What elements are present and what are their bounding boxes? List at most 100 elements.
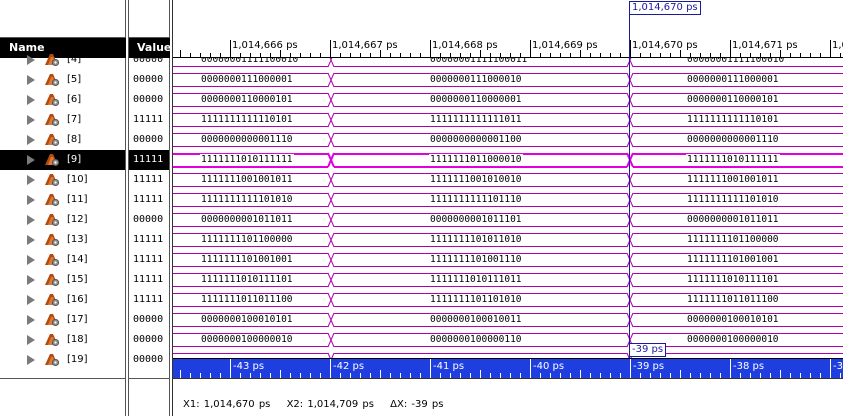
value-row[interactable]: 00000: [129, 50, 169, 70]
waveform-row[interactable]: 0000000110000101 0000000110000001 00000001…: [173, 90, 843, 110]
bus-lower-edge: [633, 226, 843, 227]
name-pane-top-blank: [0, 0, 125, 38]
bus-transition: [626, 152, 634, 168]
waveform-rows[interactable]: 00000001111100010 00000001111100011 000000…: [173, 58, 843, 358]
time-cursor-line[interactable]: [629, 15, 630, 377]
bus-transition: [327, 332, 335, 348]
expand-arrow-icon[interactable]: [27, 155, 35, 165]
bus-lower-edge: [633, 66, 843, 67]
waveform-row[interactable]: 1111111010111111 1111111011000010 11111110…: [173, 150, 843, 170]
relative-time-ruler[interactable]: -43 ps -42 ps -41 ps -40 ps -39 ps -38 ps -3: [173, 358, 843, 378]
signal-row[interactable]: [11]: [0, 190, 125, 210]
bus-transition: [626, 58, 634, 68]
signal-row[interactable]: [19]: [0, 350, 125, 370]
bus-value-text: 1111111111101010: [200, 194, 294, 205]
signal-row[interactable]: [4]: [0, 50, 125, 70]
signal-row[interactable]: [16]: [0, 290, 125, 310]
waveform-pane[interactable]: 1,014,666 ps 1,014,667 ps 1,014,668 ps 1,01…: [172, 0, 843, 416]
value-row[interactable]: 00000: [129, 310, 169, 330]
bus-transition: [626, 292, 634, 308]
signal-row[interactable]: [12]: [0, 210, 125, 230]
status-x1: X1: 1,014,670 ps: [183, 399, 271, 410]
signal-value-pane: Value 00000 00000 00000 11111 00000 11111 1111…: [128, 0, 171, 416]
waveform-row[interactable]: 0000000100000010 0000000100000110 00000001…: [173, 330, 843, 350]
expand-arrow-icon[interactable]: [27, 135, 35, 145]
waveform-row[interactable]: 0000000001011011 0000000001011101 00000000…: [173, 210, 843, 230]
waveform-row[interactable]: 1111111101001001 1111111101001110 11111111…: [173, 250, 843, 270]
ruler-minor-tick: [830, 50, 831, 58]
bus-value-text: 0000000000001110: [686, 134, 780, 145]
value-row[interactable]: 11111: [129, 230, 169, 250]
expand-arrow-icon[interactable]: [27, 315, 35, 325]
expand-arrow-icon[interactable]: [27, 275, 35, 285]
bus-lower-edge: [334, 66, 627, 67]
waveform-row[interactable]: 1111111010111101 1111111010111011 11111110…: [173, 270, 843, 290]
expand-arrow-icon[interactable]: [27, 215, 35, 225]
value-row[interactable]: 00000: [129, 70, 169, 90]
value-row[interactable]: 00000: [129, 130, 169, 150]
signal-row[interactable]: [15]: [0, 270, 125, 290]
value-row[interactable]: 11111: [129, 290, 169, 310]
waveform-row[interactable]: 00000001111100010 00000001111100011 000000…: [173, 58, 843, 70]
expand-arrow-icon[interactable]: [27, 175, 35, 185]
bus-transition: [626, 112, 634, 128]
signal-row[interactable]: [10]: [0, 170, 125, 190]
value-row[interactable]: 00000: [129, 350, 169, 370]
waveform-row[interactable]: [173, 350, 843, 358]
signal-row[interactable]: [13]: [0, 230, 125, 250]
waveform-row[interactable]: 1111111001001011 1111111001010010 11111110…: [173, 170, 843, 190]
bus-transition: [327, 112, 335, 128]
value-row[interactable]: 11111: [129, 250, 169, 270]
expand-arrow-icon[interactable]: [27, 235, 35, 245]
expand-arrow-icon[interactable]: [27, 115, 35, 125]
signal-value: 00000: [133, 74, 164, 85]
signal-row[interactable]: [5]: [0, 70, 125, 90]
value-row[interactable]: 11111: [129, 150, 169, 170]
value-row[interactable]: 00000: [129, 90, 169, 110]
value-row[interactable]: 00000: [129, 210, 169, 230]
waveform-row[interactable]: 0000000000001110 0000000000001100 00000000…: [173, 130, 843, 150]
signal-row[interactable]: [14]: [0, 250, 125, 270]
value-row[interactable]: 11111: [129, 110, 169, 130]
expand-arrow-icon[interactable]: [27, 355, 35, 365]
value-row[interactable]: 11111: [129, 190, 169, 210]
expand-arrow-icon[interactable]: [27, 255, 35, 265]
bus-signal-icon: [45, 234, 60, 247]
signal-row[interactable]: [6]: [0, 90, 125, 110]
expand-arrow-icon[interactable]: [27, 335, 35, 345]
waveform-row[interactable]: 0000000111000001 0000000111000010 00000001…: [173, 70, 843, 90]
bus-value-text: 1111111111101010: [686, 194, 780, 205]
ruler-minor-tick: [280, 50, 281, 58]
signal-label: [6]: [67, 94, 82, 105]
value-row[interactable]: 00000: [129, 330, 169, 350]
relative-ruler-label: -38 ps: [733, 361, 765, 372]
expand-arrow-icon[interactable]: [27, 55, 35, 65]
waveform-row[interactable]: 1111111011011100 1111111101101010 11111110…: [173, 290, 843, 310]
expand-arrow-icon[interactable]: [27, 75, 35, 85]
value-row[interactable]: 11111: [129, 270, 169, 290]
expand-arrow-icon[interactable]: [27, 295, 35, 305]
waveform-row[interactable]: 1111111101100000 1111111101011010 11111111…: [173, 230, 843, 250]
bus-lower-edge: [334, 146, 627, 147]
cursor-time-flag[interactable]: 1,014,670 ps: [629, 1, 701, 15]
bus-signal-icon: [45, 54, 60, 67]
bus-signal-icon: [45, 214, 60, 227]
signal-row[interactable]: [9]: [0, 150, 125, 170]
relative-ruler-minor-tick: [630, 370, 631, 378]
waveform-row[interactable]: 0000000100010101 0000000100010011 00000001…: [173, 310, 843, 330]
waveform-row[interactable]: 1111111111110101 1111111111111011 11111111…: [173, 110, 843, 130]
bus-lower-edge: [173, 166, 328, 168]
signal-row[interactable]: [7]: [0, 110, 125, 130]
ruler-minor-tick: [430, 50, 431, 58]
signal-row[interactable]: [18]: [0, 330, 125, 350]
expand-arrow-icon[interactable]: [27, 95, 35, 105]
value-row[interactable]: 11111: [129, 170, 169, 190]
relative-ruler-minor-tick: [180, 370, 181, 378]
signal-row[interactable]: [8]: [0, 130, 125, 150]
signal-row[interactable]: [17]: [0, 310, 125, 330]
waveform-row[interactable]: 1111111111101010 1111111111101110 11111111…: [173, 190, 843, 210]
expand-arrow-icon[interactable]: [27, 195, 35, 205]
ruler-minor-tick: [230, 50, 231, 58]
relative-ruler-minor-tick: [330, 370, 331, 378]
ruler-minor-tick: [630, 50, 631, 58]
